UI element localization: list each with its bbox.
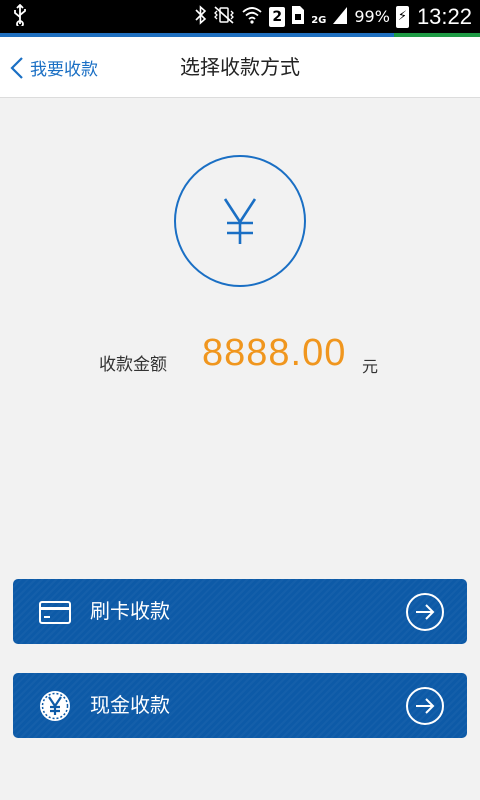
amount-unit: 元 (362, 357, 379, 376)
cash-payment-label: 现金收款 (90, 693, 170, 717)
signal-icon (332, 5, 348, 29)
arrow-right-circle-icon (405, 686, 445, 726)
back-button[interactable]: 我要收款 (10, 37, 98, 98)
back-button-label: 我要收款 (30, 60, 98, 80)
battery-percent: 99% (354, 7, 390, 26)
sim-card-icon (291, 5, 305, 29)
vibrate-mute-icon (213, 5, 235, 29)
yuan-icon (174, 155, 306, 287)
amount-label: 收款金额 (99, 355, 167, 375)
sim-slot-indicator: 2 (269, 6, 286, 27)
network-type-label: 2G (311, 14, 327, 26)
amount-row: 收款金额 8888.00 元 (0, 330, 480, 390)
wifi-icon (241, 5, 263, 29)
amount-value: 8888.00 (202, 332, 347, 374)
header-bar: 我要收款 选择收款方式 (0, 37, 480, 98)
clock: 13:22 (416, 3, 472, 29)
cash-yuan-icon (37, 688, 73, 724)
battery-charging-icon: ⚡ (395, 5, 409, 28)
cash-payment-button[interactable]: 现金收款 (13, 673, 467, 738)
status-bar: 2 2G 99% ⚡ 13:22 (0, 0, 480, 33)
chevron-left-icon (10, 56, 24, 80)
arrow-right-circle-icon (405, 592, 445, 632)
usb-icon (12, 3, 28, 30)
card-payment-button[interactable]: 刷卡收款 (13, 579, 467, 644)
card-payment-label: 刷卡收款 (90, 599, 170, 623)
bluetooth-icon (195, 4, 207, 29)
card-icon (37, 594, 73, 630)
